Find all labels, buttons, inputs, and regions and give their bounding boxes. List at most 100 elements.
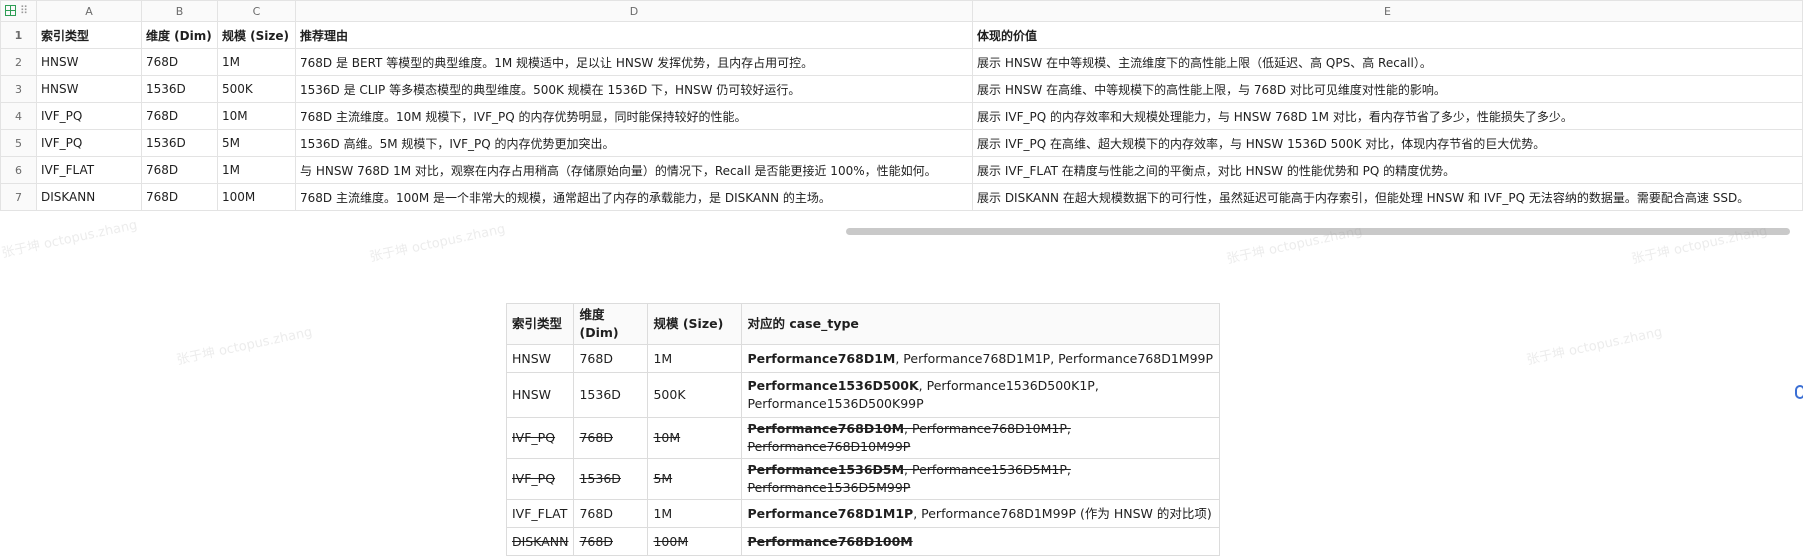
case-types: Performance768D100M	[741, 527, 1221, 556]
cell[interactable]: 768D	[141, 183, 218, 211]
cell[interactable]: 768D 主流维度。100M 是一个非常大的规模，通常超出了内存的承载能力，是 …	[295, 183, 973, 211]
row-number[interactable]: 1	[0, 21, 37, 49]
dimension: 768D	[573, 499, 649, 528]
other-case-types: , Performance768D1M1P, Performance768D1M…	[895, 350, 1214, 366]
size: 1M	[647, 344, 743, 373]
primary-case-type: Performance1536D5M	[747, 462, 905, 477]
table-row: HNSW 768D 1M Performance768D1M, Performa…	[505, 344, 1221, 373]
cell[interactable]: IVF_FLAT	[36, 156, 142, 184]
cell[interactable]: 1536D 高维。5M 规模下，IVF_PQ 的内存优势更加突出。	[295, 129, 973, 157]
cell[interactable]: 体现的价值	[972, 21, 1803, 49]
column-header-d[interactable]: D	[295, 0, 973, 22]
sheet-row: 4 IVF_PQ 768D 10M 768D 主流维度。10M 规模下，IVF_…	[0, 102, 1803, 130]
watermark: 张于坤 octopus.zhang	[1630, 223, 1769, 268]
row-number[interactable]: 2	[0, 48, 37, 76]
drag-handle-icon[interactable]: ⠿	[20, 4, 28, 17]
cell[interactable]: HNSW	[36, 75, 142, 103]
primary-case-type: Performance768D1M	[747, 350, 896, 366]
cell[interactable]: 展示 IVF_PQ 的内存效率和大规模处理能力，与 HNSW 768D 1M 对…	[972, 102, 1803, 130]
cell[interactable]: 展示 HNSW 在高维、中等规模下的高性能上限，与 768D 对比可见维度对性能…	[972, 75, 1803, 103]
table-header: 索引类型	[505, 303, 575, 345]
case-types: Performance768D1M, Performance768D1M1P, …	[741, 344, 1221, 373]
watermark: 张于坤 octopus.zhang	[1525, 324, 1664, 369]
index-type: DISKANN	[505, 527, 575, 556]
index-type: HNSW	[505, 344, 575, 373]
size: 100M	[647, 527, 743, 556]
row-number[interactable]: 5	[0, 129, 37, 157]
cell[interactable]: HNSW	[36, 48, 142, 76]
column-header-e[interactable]: E	[972, 0, 1803, 22]
cell[interactable]: 推荐理由	[295, 21, 973, 49]
table-header: 对应的 case_type	[741, 303, 1221, 345]
cell[interactable]: 展示 IVF_FLAT 在精度与性能之间的平衡点，对比 HNSW 的性能优势和 …	[972, 156, 1803, 184]
cell[interactable]: 5M	[217, 129, 296, 157]
cell[interactable]: 1M	[217, 48, 296, 76]
cell[interactable]: 768D	[141, 156, 218, 184]
dimension: 768D	[573, 417, 649, 459]
index-type: IVF_FLAT	[505, 499, 575, 528]
sheet-row: 5 IVF_PQ 1536D 5M 1536D 高维。5M 规模下，IVF_PQ…	[0, 129, 1803, 157]
table-row: IVF_PQ 1536D 5M Performance1536D5M, Perf…	[505, 458, 1221, 500]
cell[interactable]: 规模 (Size)	[217, 21, 296, 49]
side-panel-toggle-icon[interactable]	[1795, 385, 1803, 399]
dimension: 1536D	[573, 458, 649, 500]
select-all-corner[interactable]: ⠿	[0, 0, 37, 22]
table-row: IVF_PQ 768D 10M Performance768D10M, Perf…	[505, 417, 1221, 459]
cell[interactable]: 768D 主流维度。10M 规模下，IVF_PQ 的内存优势明显，同时能保持较好…	[295, 102, 973, 130]
primary-case-type: Performance768D10M	[747, 421, 905, 436]
cell[interactable]: 500K	[217, 75, 296, 103]
size: 500K	[647, 372, 743, 418]
size: 10M	[647, 417, 743, 459]
sheet-row: 3 HNSW 1536D 500K 1536D 是 CLIP 等多模态模型的典型…	[0, 75, 1803, 103]
cell[interactable]: 768D	[141, 102, 218, 130]
case-types: Performance1536D5M, Performance1536D5M1P…	[741, 458, 1221, 500]
cell[interactable]: 1536D 是 CLIP 等多模态模型的典型维度。500K 规模在 1536D …	[295, 75, 973, 103]
sheet-row: 7 DISKANN 768D 100M 768D 主流维度。100M 是一个非常…	[0, 183, 1803, 211]
size: 5M	[647, 458, 743, 500]
primary-case-type: Performance1536D500K	[747, 378, 919, 393]
table-row: DISKANN 768D 100M Performance768D100M	[505, 527, 1221, 556]
cell[interactable]: 1M	[217, 156, 296, 184]
case-types: Performance1536D500K, Performance1536D50…	[741, 372, 1221, 418]
cell[interactable]: 100M	[217, 183, 296, 211]
dimension: 768D	[573, 527, 649, 556]
row-number[interactable]: 6	[0, 156, 37, 184]
column-header-b[interactable]: B	[141, 0, 218, 22]
case-type-table: 索引类型 维度 (Dim) 规模 (Size) 对应的 case_type HN…	[505, 303, 1221, 556]
column-header-c[interactable]: C	[217, 0, 296, 22]
column-header-a[interactable]: A	[36, 0, 142, 22]
table-header: 规模 (Size)	[647, 303, 743, 345]
cell[interactable]: 与 HNSW 768D 1M 对比，观察在内存占用稍高（存储原始向量）的情况下，…	[295, 156, 973, 184]
sheet-row: 2 HNSW 768D 1M 768D 是 BERT 等模型的典型维度。1M 规…	[0, 48, 1803, 76]
index-type: IVF_PQ	[505, 458, 575, 500]
cell[interactable]: 768D 是 BERT 等模型的典型维度。1M 规模适中，足以让 HNSW 发挥…	[295, 48, 973, 76]
row-number[interactable]: 7	[0, 183, 37, 211]
cell[interactable]: 768D	[141, 48, 218, 76]
row-number[interactable]: 4	[0, 102, 37, 130]
dimension: 768D	[573, 344, 649, 373]
cell[interactable]: IVF_PQ	[36, 129, 142, 157]
sheet-row: 6 IVF_FLAT 768D 1M 与 HNSW 768D 1M 对比，观察在…	[0, 156, 1803, 184]
horizontal-scrollbar[interactable]	[846, 228, 1790, 235]
spreadsheet: ⠿ A B C D E 1 索引类型 维度 (Dim) 规模 (Size) 推荐…	[0, 0, 1803, 223]
sheet-row: 1 索引类型 维度 (Dim) 规模 (Size) 推荐理由 体现的价值	[0, 21, 1803, 49]
row-number[interactable]: 3	[0, 75, 37, 103]
cell[interactable]: 1536D	[141, 75, 218, 103]
size: 1M	[647, 499, 743, 528]
index-type: IVF_PQ	[505, 417, 575, 459]
cell[interactable]: 展示 DISKANN 在超大规模数据下的可行性，虽然延迟可能高于内存索引，但能处…	[972, 183, 1803, 211]
cell[interactable]: IVF_PQ	[36, 102, 142, 130]
cell[interactable]: 维度 (Dim)	[141, 21, 218, 49]
cell[interactable]: 10M	[217, 102, 296, 130]
cell[interactable]: 1536D	[141, 129, 218, 157]
primary-case-type: Performance768D100M	[747, 533, 913, 549]
case-types: Performance768D10M, Performance768D10M1P…	[741, 417, 1221, 459]
cell[interactable]: 展示 IVF_PQ 在高维、超大规模下的内存效率，与 HNSW 1536D 50…	[972, 129, 1803, 157]
table-row: IVF_FLAT 768D 1M Performance768D1M1P, Pe…	[505, 499, 1221, 528]
table-row: HNSW 1536D 500K Performance1536D500K, Pe…	[505, 372, 1221, 418]
table-header: 维度 (Dim)	[573, 303, 649, 345]
cell[interactable]: 索引类型	[36, 21, 142, 49]
spreadsheet-grid: ⠿ A B C D E 1 索引类型 维度 (Dim) 规模 (Size) 推荐…	[0, 0, 1803, 211]
cell[interactable]: DISKANN	[36, 183, 142, 211]
cell[interactable]: 展示 HNSW 在中等规模、主流维度下的高性能上限（低延迟、高 QPS、高 Re…	[972, 48, 1803, 76]
